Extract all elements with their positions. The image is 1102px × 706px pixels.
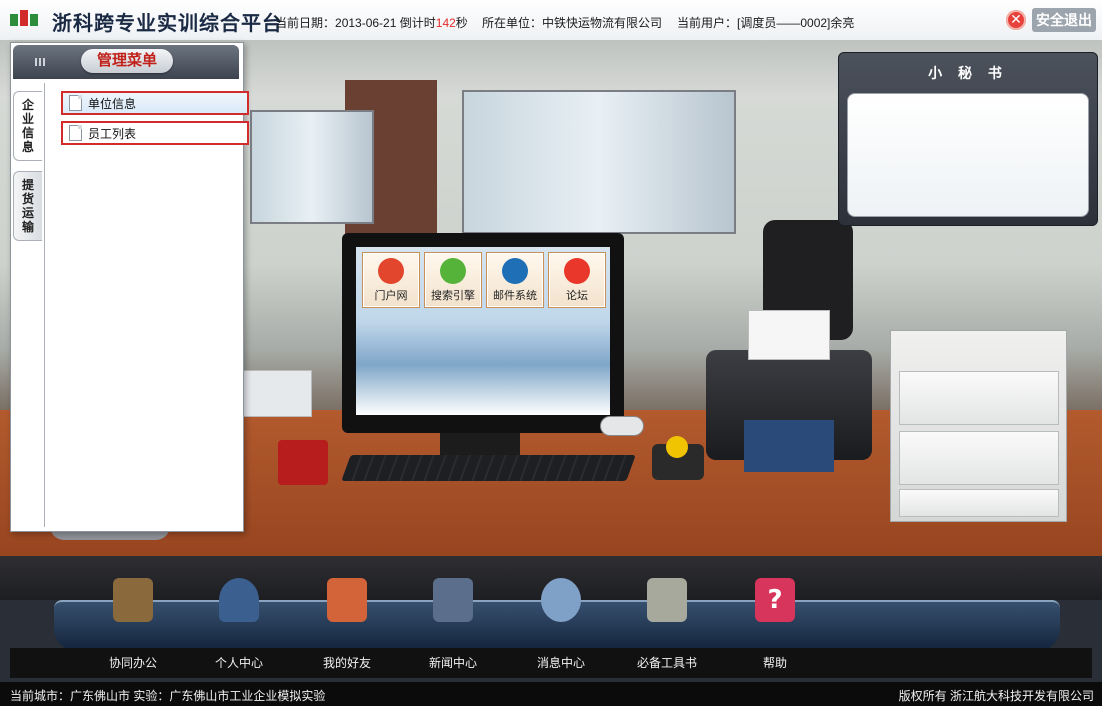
dock-item-help[interactable]: ? 帮助 — [730, 578, 820, 670]
chat-icon — [541, 578, 581, 622]
app-portal[interactable]: 门户网 — [362, 252, 420, 308]
dock-item-personal[interactable]: 个人中心 — [194, 578, 284, 670]
document-icon — [69, 95, 82, 111]
books-icon — [113, 578, 153, 622]
menu-tabs: 企业信息 提货运输 — [13, 91, 43, 251]
search-engine-icon — [440, 258, 466, 284]
app-search-engine[interactable]: 搜索引擎 — [424, 252, 482, 308]
help-icon: ? — [755, 578, 795, 622]
logo-icon — [10, 10, 38, 26]
document-icon — [69, 125, 82, 141]
cabinet-drawer[interactable] — [899, 371, 1059, 425]
dock-item-messages[interactable]: 消息中心 — [516, 578, 606, 670]
date-info: 当前日期：2013-06-21 倒计时142秒 — [275, 16, 468, 30]
file-cabinet[interactable] — [890, 330, 1067, 522]
management-menu: 管理菜单 企业信息 提货运输 单位信息 员工列表 — [10, 42, 249, 532]
secretary-title: 小 秘 书 — [928, 65, 1008, 81]
status-left: 当前城市：广东佛山市 实验：广东佛山市工业企业模拟实验 — [10, 689, 326, 703]
news-icon — [433, 578, 473, 622]
mouse — [600, 416, 644, 436]
forum-icon — [564, 258, 590, 284]
tab-enterprise-info[interactable]: 企业信息 — [13, 91, 42, 161]
desktop-apps: 门户网 搜索引擎 邮件系统 论坛 — [362, 252, 606, 308]
tape-dispenser — [652, 436, 704, 480]
secretary-panel: 小 秘 书 — [838, 52, 1098, 226]
dock-item-friends[interactable]: 我的好友 — [302, 578, 392, 670]
dock-item-collab[interactable]: 协同办公 — [88, 578, 178, 670]
close-icon: ✕ — [1006, 10, 1026, 30]
logout-button[interactable]: ✕ 安全退出 — [1006, 8, 1096, 32]
stamp-icon — [278, 440, 328, 485]
unit-info: 所在单位：中铁快运物流有限公司 — [482, 16, 663, 30]
menu-item-unit-info[interactable]: 单位信息 — [61, 91, 249, 115]
app-mail[interactable]: 邮件系统 — [486, 252, 544, 308]
menu-body: 单位信息 员工列表 — [44, 83, 249, 527]
menu-item-employee-list[interactable]: 员工列表 — [61, 121, 249, 145]
secretary-content — [847, 93, 1089, 217]
app-title: 浙科跨专业实训综合平台 — [52, 13, 283, 35]
menu-title: 管理菜单 — [81, 49, 173, 73]
app-forum[interactable]: 论坛 — [548, 252, 606, 308]
cabinet-drawer[interactable] — [899, 431, 1059, 485]
mail-icon — [502, 258, 528, 284]
keyboard — [341, 455, 636, 481]
dock-item-toolbooks[interactable]: 必备工具书 — [622, 578, 712, 670]
status-bar: 当前城市：广东佛山市 实验：广东佛山市工业企业模拟实验 版权所有 浙江航大科技开… — [0, 682, 1102, 706]
person-icon — [219, 578, 259, 622]
menu-header: 管理菜单 — [13, 45, 239, 79]
countdown-value: 142 — [435, 16, 456, 30]
top-bar: 浙科跨专业实训综合平台 当前日期：2013-06-21 倒计时142秒 所在单位… — [0, 0, 1102, 41]
printer[interactable] — [706, 310, 872, 472]
cabinet-drawer[interactable] — [899, 489, 1059, 517]
tab-pickup-transport[interactable]: 提货运输 — [13, 171, 42, 241]
grip-icon[interactable] — [35, 58, 47, 66]
book-stack — [240, 370, 312, 417]
photo-icon — [327, 578, 367, 622]
user-info: 当前用户：[调度员——0002]余亮 — [677, 16, 855, 30]
status-right: 版权所有 浙江航大科技开发有限公司 — [898, 689, 1094, 703]
dock-item-news[interactable]: 新闻中心 — [408, 578, 498, 670]
office-window — [462, 90, 736, 234]
folder-icon — [647, 578, 687, 622]
portal-icon — [378, 258, 404, 284]
